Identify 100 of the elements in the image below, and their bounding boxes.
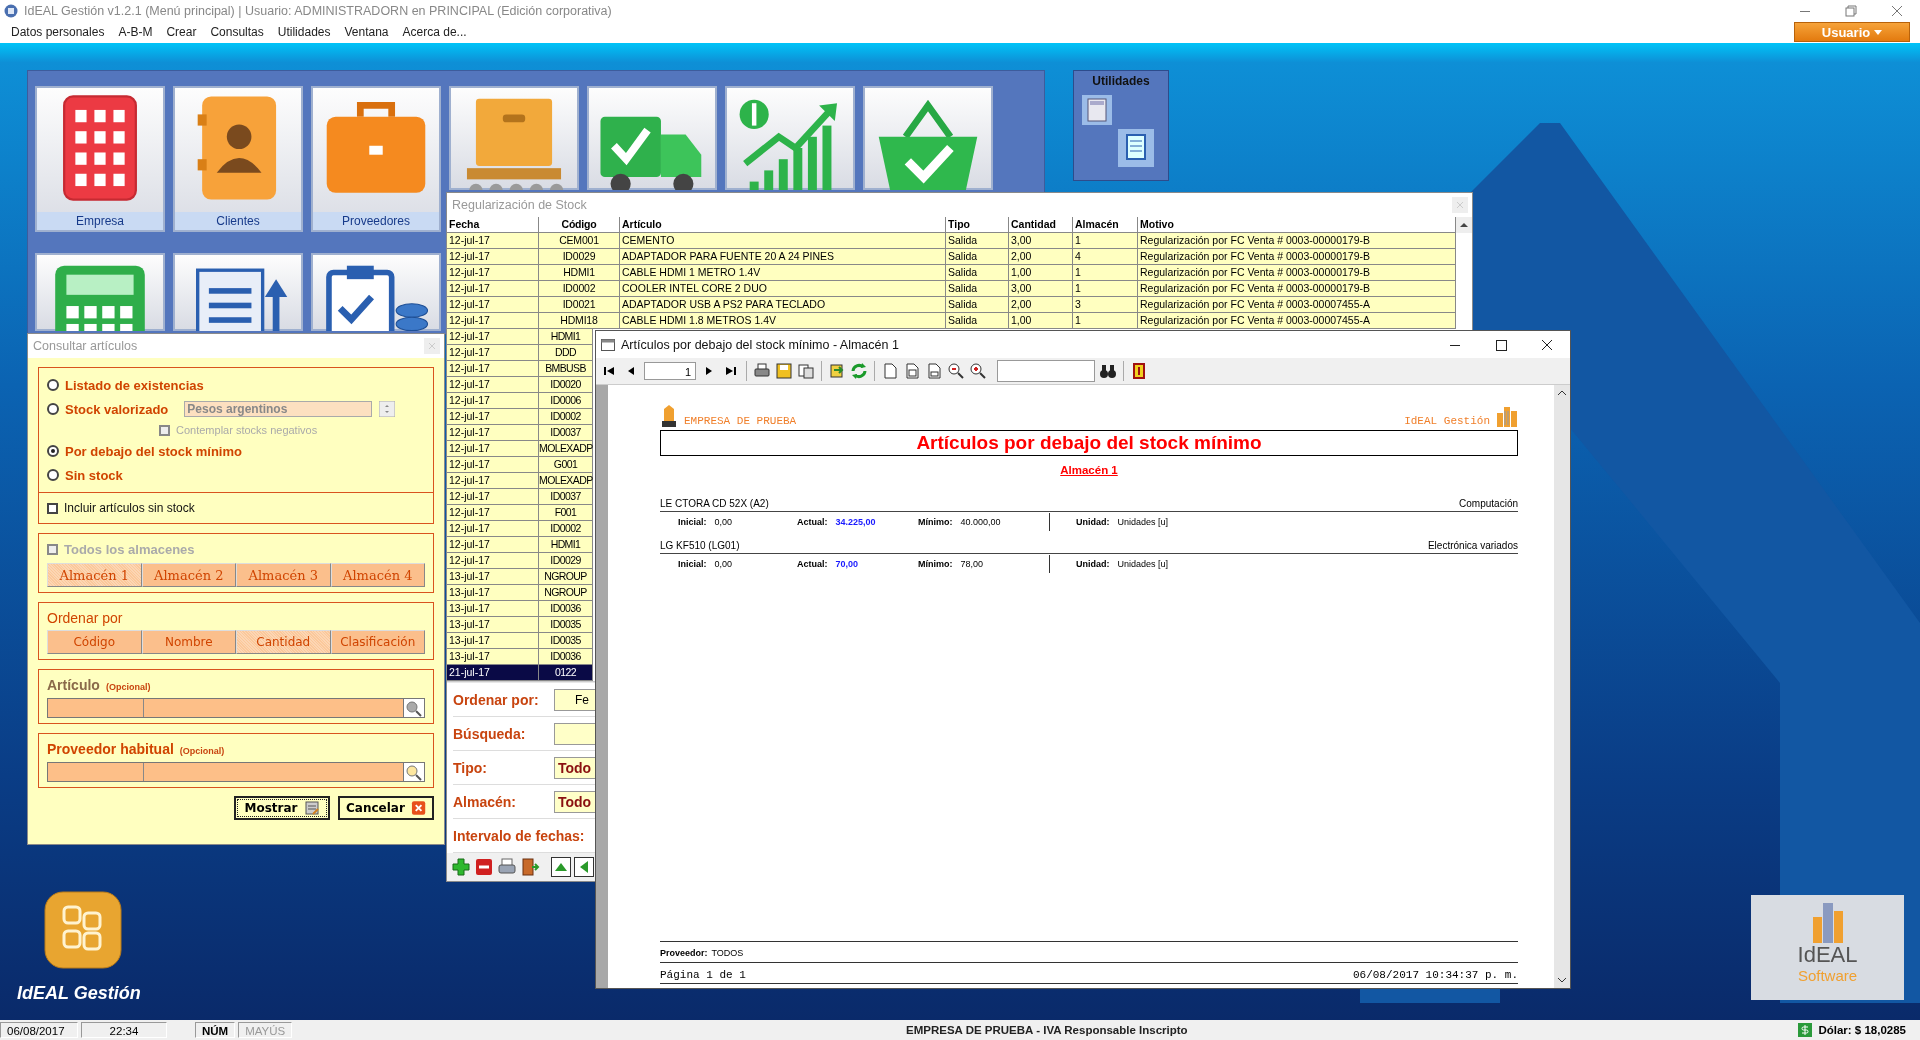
table-cell: NGROUP xyxy=(544,570,587,582)
table-cell: 12-jul-17 xyxy=(449,330,490,342)
save-icon[interactable] xyxy=(775,362,793,380)
checkbox[interactable] xyxy=(47,502,58,514)
lookup-field[interactable] xyxy=(47,762,425,782)
menu-tile[interactable]: Clientes xyxy=(173,86,303,232)
column-header[interactable]: Cantidad xyxy=(1009,217,1073,233)
table-row[interactable]: 12-jul-17 ID0029 ADAPTADOR PARA FUENTE 20 A 24 PINES Salida 2,00 4 Regularización por FC Venta # 0003-00000179-B xyxy=(447,249,1472,265)
filter-dropdown[interactable]: Todo xyxy=(554,790,596,813)
table-cell: 12-jul-17 xyxy=(449,426,490,438)
table-row[interactable]: 12-jul-17 CEM001 CEMENTO Salida 3,00 1 Regularización por FC Venta # 0003-00000179-B xyxy=(447,233,1472,249)
table-cell: 12-jul-17 xyxy=(449,538,490,550)
zoom-in-icon[interactable] xyxy=(969,362,987,380)
radio-button[interactable] xyxy=(47,379,59,391)
menu-item[interactable]: Acerca de... xyxy=(395,25,474,39)
show-button[interactable]: Mostrar xyxy=(234,796,330,820)
table-row[interactable]: 12-jul-17 ID0021 ADAPTADOR USB A PS2 PARA TECLADO Salida 2,00 3 Regularización por FC Venta # 0003-00007455-A xyxy=(447,297,1472,313)
add-icon[interactable] xyxy=(451,857,471,877)
menu-item[interactable]: Ventana xyxy=(337,25,396,39)
menu-item[interactable]: Utilidades xyxy=(270,25,338,39)
menu-item[interactable]: Crear xyxy=(159,25,204,39)
exit-door-icon[interactable] xyxy=(520,857,540,877)
window-icon xyxy=(601,338,615,351)
caret-icon xyxy=(1874,29,1883,35)
table-cell: 12-jul-17 xyxy=(449,250,490,262)
move-left-icon[interactable] xyxy=(574,857,594,877)
menu-tile[interactable] xyxy=(173,253,303,331)
radio-button[interactable] xyxy=(47,445,59,457)
copy-icon[interactable] xyxy=(797,362,815,380)
field-label: Inicial: xyxy=(678,559,707,569)
radio-label[interactable]: Sin stock xyxy=(65,467,123,483)
menu-tile[interactable] xyxy=(311,253,441,331)
column-header[interactable]: Tipo xyxy=(946,217,1009,233)
table-cell: HDMI1 xyxy=(550,538,581,550)
exit-icon[interactable] xyxy=(1130,362,1148,380)
checkbox-label[interactable]: Incluir artículos sin stock xyxy=(64,501,195,515)
search-icon[interactable] xyxy=(403,763,424,781)
table-cell: ID0020 xyxy=(550,378,581,390)
zoom-out-icon[interactable] xyxy=(947,362,965,380)
filter-field[interactable] xyxy=(554,722,596,745)
window-title: Artículos por debajo del stock mínimo - Almacén 1 xyxy=(621,337,899,352)
filter-dropdown[interactable]: Todo xyxy=(554,756,596,779)
table-cell: ID0029 xyxy=(550,554,581,566)
page-number-field[interactable]: 1 xyxy=(644,362,696,380)
calculator-icon[interactable] xyxy=(1082,95,1112,125)
page-icon[interactable] xyxy=(925,362,943,380)
menu-tile[interactable] xyxy=(449,86,579,190)
page-icon[interactable] xyxy=(903,362,921,380)
menu-tile[interactable]: Proveedores xyxy=(311,86,441,232)
scrollbar[interactable] xyxy=(1554,385,1570,988)
menu-tile[interactable] xyxy=(587,86,717,190)
table-row[interactable]: 12-jul-17 ID0002 COOLER INTEL CORE 2 DUO Salida 3,00 1 Regularización por FC Venta # 0003-00000179-B xyxy=(447,281,1472,297)
table-cell: 1 xyxy=(1075,266,1081,278)
table-cell: Regularización por FC Venta # 0003-00000179-B xyxy=(1140,266,1370,278)
column-header[interactable]: Motivo xyxy=(1138,217,1456,233)
column-header[interactable]: Fecha xyxy=(447,217,539,233)
menu-item[interactable]: Datos personales xyxy=(4,25,112,39)
refresh-icon[interactable] xyxy=(850,362,868,380)
search-field[interactable] xyxy=(997,360,1095,382)
table-cell: MOLEXADP xyxy=(539,474,593,486)
menu-item[interactable]: Consultas xyxy=(203,25,271,39)
export-icon[interactable] xyxy=(828,362,846,380)
delete-icon[interactable] xyxy=(474,857,494,877)
table-cell: CABLE HDMI 1.8 METROS 1.4V xyxy=(622,314,777,326)
scroll-up-icon[interactable] xyxy=(1456,217,1472,233)
menu-tile[interactable] xyxy=(863,86,993,190)
lookup-field[interactable] xyxy=(47,698,425,718)
table-cell: 12-jul-17 xyxy=(449,346,490,358)
radio-label[interactable]: Stock valorizado xyxy=(65,401,169,417)
radio-button[interactable] xyxy=(47,469,59,481)
menu-tile[interactable] xyxy=(35,253,165,331)
report-title: Artículos por debajo del stock mínimo xyxy=(660,430,1518,456)
table-cell: ID0029 xyxy=(562,250,596,262)
column-header[interactable]: Código xyxy=(539,217,620,233)
binoculars-icon[interactable] xyxy=(1099,362,1117,380)
radio-label[interactable]: Por debajo del stock mínimo xyxy=(65,443,242,459)
print-icon[interactable] xyxy=(497,857,517,877)
column-header[interactable]: Almacén xyxy=(1073,217,1138,233)
app-name: IdEAL Gestión xyxy=(17,983,141,1004)
table-cell: 1 xyxy=(1075,282,1081,294)
move-up-icon[interactable] xyxy=(551,857,571,877)
menu-tile[interactable]: Empresa xyxy=(35,86,165,232)
filter-label: Almacén: xyxy=(453,793,518,810)
radio-button[interactable] xyxy=(47,403,59,415)
cancel-button[interactable]: Cancelar xyxy=(338,796,434,820)
column-header[interactable]: Artículo xyxy=(620,217,946,233)
page-icon[interactable] xyxy=(881,362,899,380)
search-icon[interactable] xyxy=(403,699,424,717)
badge-title: IdEAL xyxy=(1797,943,1858,967)
table-cell: ID0035 xyxy=(550,618,581,630)
field-value: 78,00 xyxy=(960,559,984,569)
table-row[interactable]: 12-jul-17 HDMI18 CABLE HDMI 1.8 METROS 1.4V Salida 1,00 1 Regularización por FC Venta # 0003-00007455-A xyxy=(447,313,1472,329)
menu-item[interactable]: A-B-M xyxy=(111,25,160,39)
filter-field[interactable]: Fe xyxy=(554,688,596,711)
notepad-icon[interactable] xyxy=(1118,129,1154,167)
table-row[interactable]: 12-jul-17 HDMI1 CABLE HDMI 1 METRO 1.4V Salida 1,00 1 Regularización por FC Venta # 0003-00000179-B xyxy=(447,265,1472,281)
radio-label[interactable]: Listado de existencias xyxy=(65,377,204,393)
table-cell: DDD xyxy=(555,346,576,358)
menu-tile[interactable] xyxy=(725,86,855,190)
print-icon[interactable] xyxy=(753,362,771,380)
